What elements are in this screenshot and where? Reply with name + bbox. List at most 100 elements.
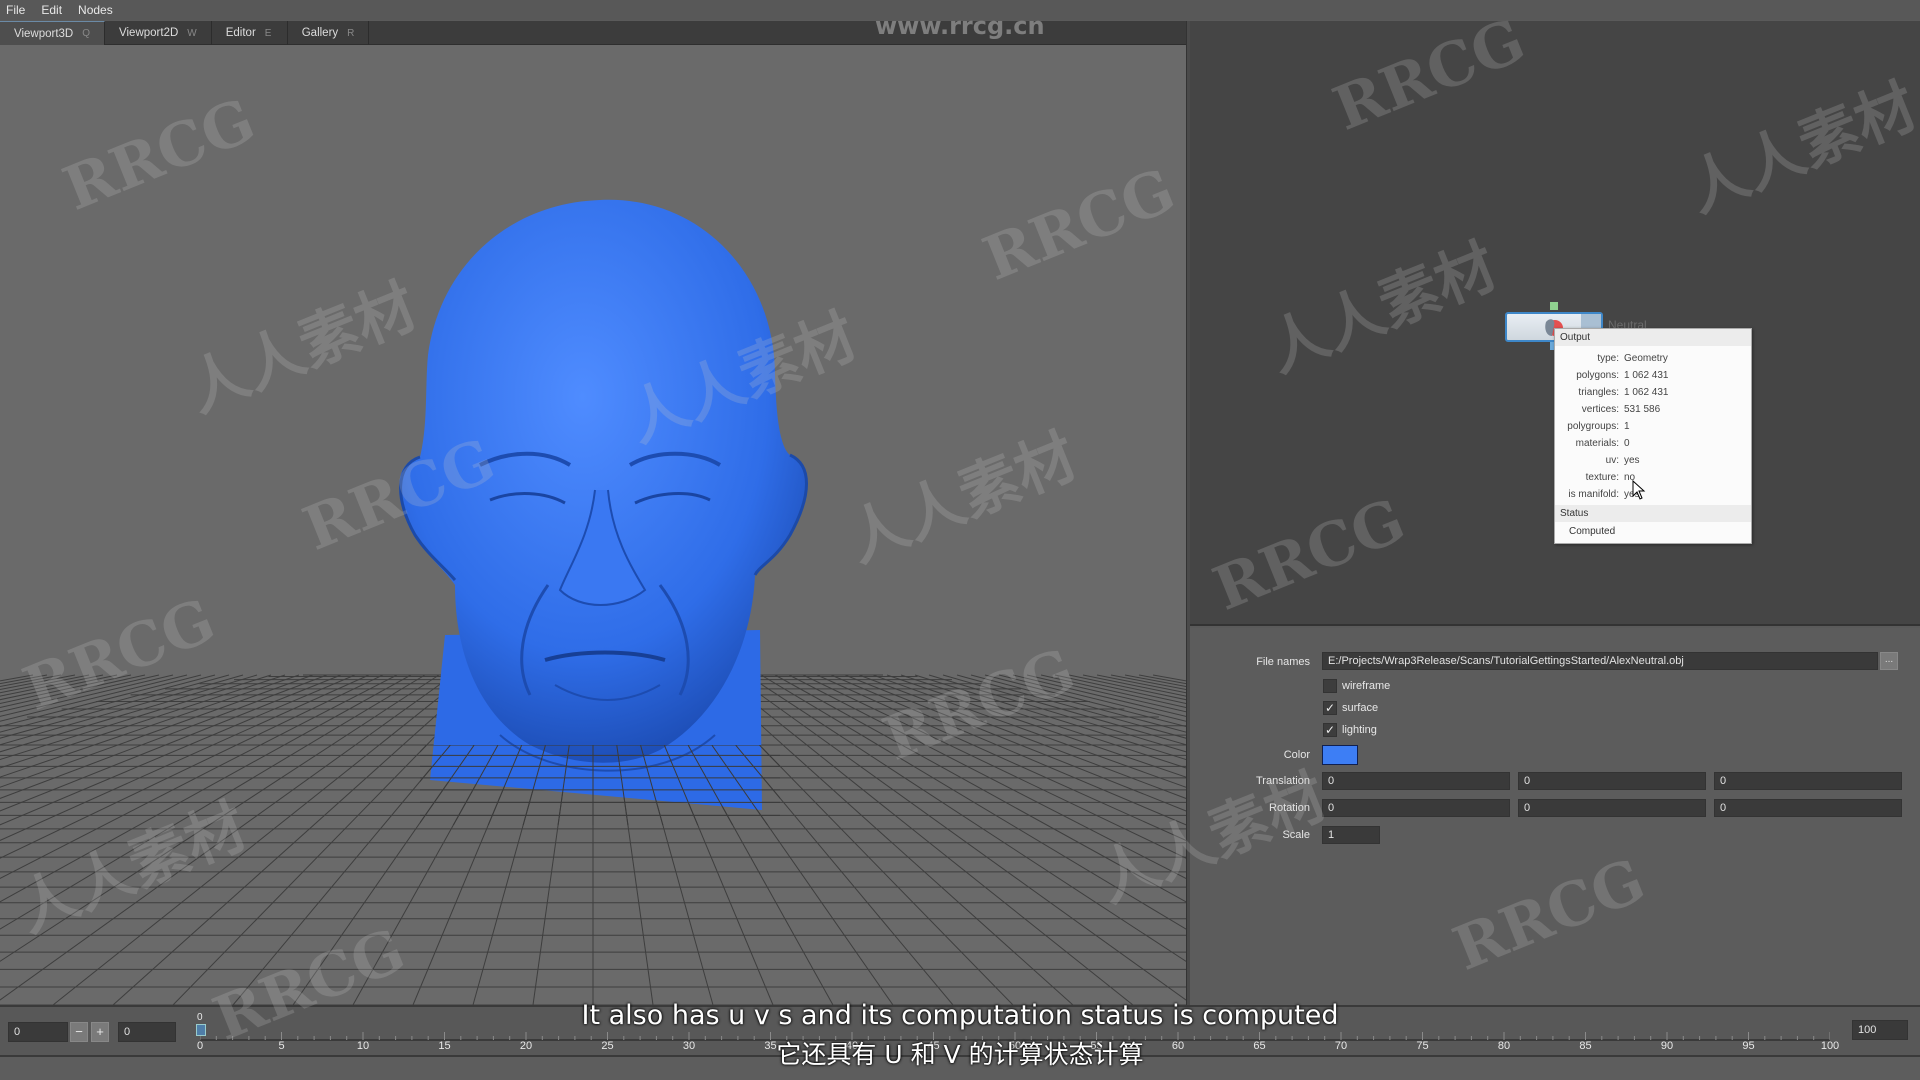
info-key: polygroups:	[1567, 421, 1619, 432]
info-value: 0	[1624, 438, 1630, 449]
grid-line	[718, 674, 1134, 1005]
translation-y-field[interactable]: 0	[1518, 772, 1706, 790]
lighting-label: lighting	[1342, 724, 1377, 736]
viewport-3d[interactable]	[0, 45, 1186, 1005]
file-names-field[interactable]: E:/Projects/Wrap3Release/Scans/TutorialG…	[1322, 652, 1878, 670]
grid-line	[0, 674, 440, 962]
grid-line	[0, 675, 145, 1005]
lighting-checkbox[interactable]: ✓	[1323, 723, 1337, 737]
grid-line	[0, 675, 355, 1005]
grid-line	[970, 674, 1186, 733]
info-row: texture: no	[1555, 469, 1751, 486]
grid-line	[0, 675, 439, 1005]
viewport-scene	[0, 199, 1186, 1005]
grid-line	[0, 675, 397, 1005]
rotation-y-field[interactable]: 0	[1518, 799, 1706, 817]
grid-line	[816, 674, 1186, 841]
grid-line	[1012, 674, 1186, 717]
grid-line	[831, 675, 1186, 1005]
grid-line	[0, 675, 173, 1005]
grid-line	[0, 674, 244, 746]
menu-edit[interactable]: Edit	[41, 3, 62, 17]
grid-line	[0, 675, 453, 1005]
grid-line	[0, 675, 271, 1005]
tab-label: Editor	[225, 27, 256, 39]
grid-line	[0, 674, 272, 761]
menu-nodes[interactable]: Nodes	[78, 3, 113, 17]
translation-z-field[interactable]: 0	[1714, 772, 1902, 790]
file-names-label: File names	[1256, 656, 1310, 668]
grid-line	[0, 674, 174, 717]
grid-line	[761, 675, 1186, 1005]
info-key: uv:	[1605, 455, 1619, 466]
tab-gallery[interactable]: Gallery R	[288, 21, 370, 45]
grid-line	[0, 675, 285, 1005]
grid-line	[1026, 674, 1186, 713]
rotation-z-field[interactable]: 0	[1714, 799, 1902, 817]
node-input-pin[interactable]	[1550, 302, 1558, 310]
grid-line	[0, 674, 454, 1001]
info-row: is manifold: yes	[1555, 486, 1751, 503]
grid-line	[746, 674, 1186, 962]
grid-line	[0, 675, 215, 1005]
grid-line	[942, 674, 1186, 746]
info-key: polygons:	[1576, 370, 1619, 381]
tab-editor[interactable]: Editor E	[212, 21, 288, 45]
grid-line	[760, 674, 1186, 930]
translation-x-field[interactable]: 0	[1322, 772, 1510, 790]
info-row: triangles: 1 062 431	[1555, 384, 1751, 401]
grid-line	[0, 675, 117, 1005]
rotation-x-field[interactable]: 0	[1322, 799, 1510, 817]
head-mesh	[399, 199, 808, 810]
grid-line	[0, 674, 146, 709]
grid-line	[0, 674, 384, 859]
rotation-label: Rotation	[1269, 802, 1310, 814]
tab-label: Gallery	[301, 27, 339, 39]
grid-line	[0, 675, 103, 1005]
info-row: uv: yes	[1555, 452, 1751, 469]
info-row: vertices: 531 586	[1555, 401, 1751, 418]
info-key: triangles:	[1578, 387, 1619, 398]
grid-line	[1013, 675, 1186, 1005]
info-value: 1 062 431	[1624, 370, 1669, 381]
grid-line	[788, 674, 1186, 879]
grid-line	[0, 674, 118, 701]
grid-line	[0, 675, 383, 1005]
translation-label: Translation	[1255, 775, 1310, 787]
tab-viewport3d[interactable]: Viewport3D Q	[0, 21, 106, 45]
browse-button[interactable]: ...	[1880, 652, 1898, 670]
grid-line	[1069, 675, 1186, 1005]
tab-label: Viewport3D	[14, 27, 74, 40]
grid-line	[1040, 674, 1186, 709]
grid-line	[830, 674, 1186, 826]
wireframe-label: wireframe	[1342, 680, 1391, 692]
grid-line	[901, 675, 1186, 1005]
grid-line	[1068, 674, 1186, 701]
output-header: Output	[1555, 329, 1751, 346]
info-key: materials:	[1575, 438, 1619, 449]
node-info-tooltip: Output type: Geometry polygons: 1 062 431 tr…	[1554, 328, 1752, 544]
info-value: 531 586	[1624, 404, 1661, 415]
grid-line	[0, 674, 216, 733]
info-key: texture:	[1585, 472, 1619, 483]
grid-line	[803, 675, 1186, 1005]
surface-checkbox[interactable]: ✓	[1323, 701, 1337, 715]
tab-shortcut: E	[264, 27, 272, 39]
grid-line	[0, 674, 370, 841]
info-value: Geometry	[1624, 353, 1668, 364]
menu-file[interactable]: File	[6, 3, 25, 17]
color-label: Color	[1283, 749, 1310, 761]
grid-line	[733, 675, 1186, 1005]
wireframe-checkbox[interactable]	[1323, 679, 1337, 693]
tab-shortcut: W	[187, 27, 197, 39]
status-header: Status	[1555, 505, 1751, 522]
scale-field[interactable]: 1	[1322, 826, 1380, 844]
color-swatch[interactable]	[1322, 745, 1358, 765]
grid-line	[0, 674, 286, 769]
grid-line	[900, 674, 1186, 769]
grid-line	[0, 675, 159, 1005]
mouse-cursor-icon	[1632, 480, 1646, 500]
grid-line	[914, 674, 1186, 761]
tab-viewport2d[interactable]: Viewport2D W	[105, 21, 212, 45]
grid-line	[0, 674, 398, 879]
